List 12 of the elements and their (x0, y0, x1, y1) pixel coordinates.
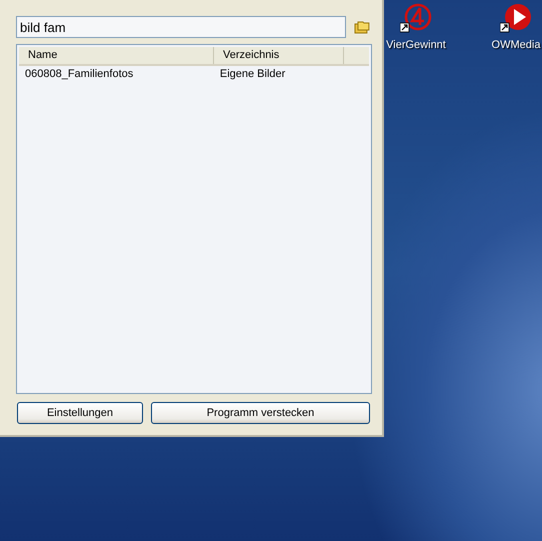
search-field[interactable]: bild fam (16, 16, 346, 38)
play-shortcut-icon[interactable] (500, 3, 532, 33)
desktop-icon-label[interactable]: OWMedia (492, 39, 540, 51)
desktop-icon-label[interactable]: VierGewinnt (386, 39, 446, 51)
folder-search-icon[interactable] (354, 19, 370, 35)
table-cell-text: 060808_Familienfotos (24, 67, 134, 82)
action-button[interactable]: Programm verstecken (151, 402, 370, 424)
table-cell-text: Eigene Bilder (218, 67, 286, 82)
number-four-shortcut-icon[interactable] (400, 3, 432, 33)
column-header[interactable]: Name (19, 47, 214, 64)
action-button[interactable]: Einstellungen (17, 402, 143, 424)
column-header[interactable]: Verzeichnis (214, 47, 344, 64)
